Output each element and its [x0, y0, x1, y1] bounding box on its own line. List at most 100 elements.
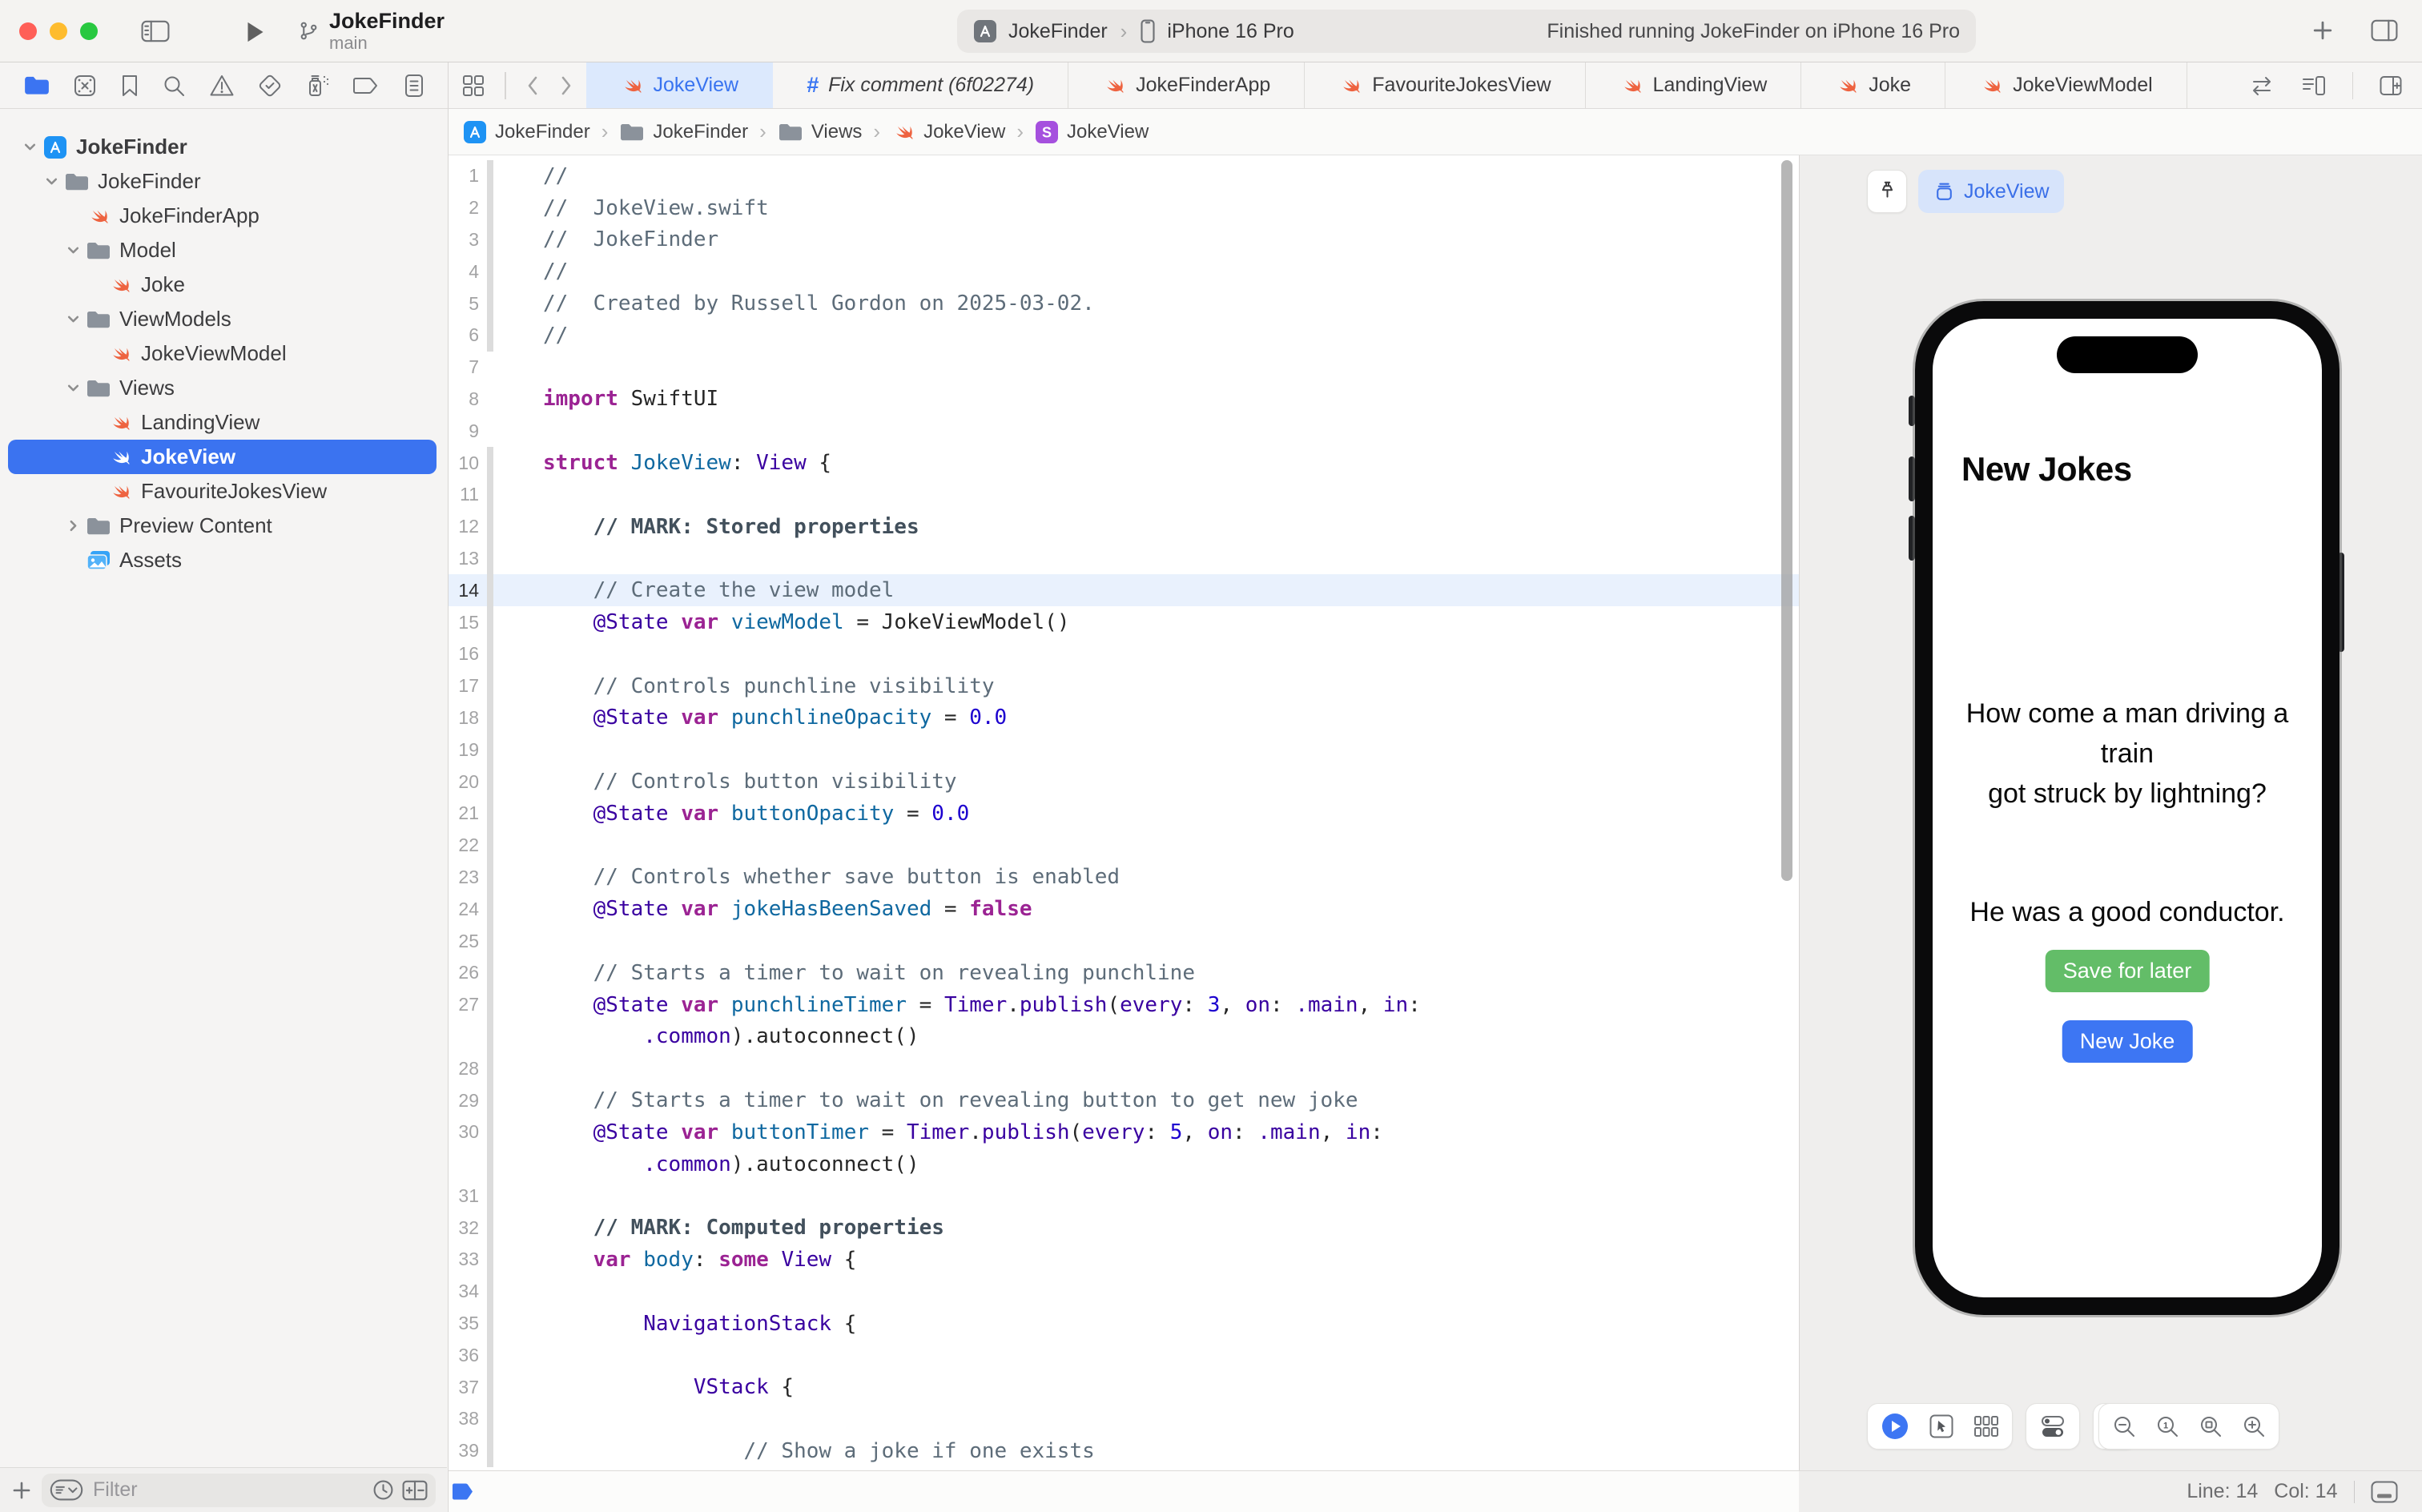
- source-editor[interactable]: 1//2// JokeView.swift3// JokeFinder4//5/…: [449, 155, 1799, 1470]
- search-navigator-icon[interactable]: [162, 74, 186, 98]
- preview-selectable-icon[interactable]: [1929, 1413, 1954, 1439]
- disclosure-open-icon[interactable]: [18, 140, 42, 154]
- sidebar-item-jokefinder[interactable]: JokeFinder: [8, 164, 437, 199]
- recents-icon[interactable]: [372, 1479, 394, 1501]
- zoom-window-button[interactable]: [80, 22, 98, 40]
- breadcrumb-item-jokefinder[interactable]: JokeFinder: [463, 120, 590, 144]
- run-button[interactable]: [245, 21, 266, 43]
- breadcrumb-item-jokefinder[interactable]: JokeFinder: [619, 121, 748, 143]
- sidebar-item-preview-content[interactable]: Preview Content: [8, 509, 437, 543]
- tab-joke[interactable]: Joke: [1801, 62, 1945, 108]
- swap-editor-icon[interactable]: [2248, 74, 2275, 98]
- code-line-9: 9: [449, 415, 1799, 447]
- sidebar-item-label: JokeView: [141, 444, 235, 469]
- editor-options-icon[interactable]: [2301, 74, 2327, 98]
- sidebar-item-label: LandingView: [141, 410, 260, 435]
- filter-field[interactable]: [42, 1474, 436, 1507]
- bookmarks-navigator-icon[interactable]: [120, 74, 139, 98]
- tab-jokeview[interactable]: JokeView: [586, 62, 774, 108]
- tab-overview-icon[interactable]: [461, 74, 485, 98]
- disclosure-open-icon[interactable]: [61, 243, 85, 257]
- disclosure-open-icon[interactable]: [61, 312, 85, 326]
- sidebar-item-landingview[interactable]: LandingView: [8, 405, 437, 440]
- scheme-device-pill[interactable]: JokeFinder › iPhone 16 Pro Finished runn…: [957, 10, 1976, 53]
- code-line-7: 7: [449, 352, 1799, 384]
- code-line-continuation: .common).autoconnect(): [449, 1021, 1799, 1053]
- source-control-navigator-icon[interactable]: [73, 74, 97, 98]
- folder-icon: [85, 240, 112, 261]
- breakpoints-navigator-icon[interactable]: [352, 75, 380, 96]
- code-line-2: 2// JokeView.swift: [449, 192, 1799, 224]
- breadcrumb-item-jokeview[interactable]: SJokeView: [1035, 120, 1149, 144]
- change-bar: [487, 1180, 493, 1212]
- sidebar-item-jokeviewmodel[interactable]: JokeViewModel: [8, 336, 437, 371]
- editor-tab-bar: JokeView#Fix comment (6f02274)JokeFinder…: [449, 62, 2422, 109]
- zoom-in-icon[interactable]: [2242, 1414, 2266, 1438]
- debug-navigator-icon[interactable]: [306, 73, 330, 99]
- zoom-out-icon[interactable]: [2112, 1414, 2136, 1438]
- add-file-icon[interactable]: [11, 1480, 32, 1501]
- code-line-27: 27 @State var punchlineTimer = Timer.pub…: [449, 989, 1799, 1021]
- swift-file-icon: [1619, 74, 1644, 98]
- line-number: 36: [449, 1345, 485, 1366]
- tab-favouritejokesview[interactable]: FavouriteJokesView: [1305, 62, 1585, 108]
- sidebar-item-favouritejokesview[interactable]: FavouriteJokesView: [8, 474, 437, 509]
- zoom-fit-icon[interactable]: [2199, 1414, 2223, 1438]
- tab-fix-comment-6f02274-[interactable]: #Fix comment (6f02274): [773, 62, 1068, 108]
- editor-scrollbar[interactable]: [1781, 160, 1792, 881]
- preview-target-pill[interactable]: JokeView: [1918, 170, 2064, 213]
- breadcrumb-item-views[interactable]: Views: [778, 121, 863, 143]
- preview-toggles-icon[interactable]: [2039, 1413, 2066, 1439]
- sidebar-item-assets[interactable]: Assets: [8, 543, 437, 577]
- sidebar-item-jokefinderapp[interactable]: JokeFinderApp: [8, 199, 437, 233]
- tab-jokefinderapp[interactable]: JokeFinderApp: [1068, 62, 1305, 108]
- go-back-icon[interactable]: [525, 74, 540, 97]
- disclosure-open-icon[interactable]: [39, 175, 63, 188]
- line-number: 28: [449, 1058, 485, 1080]
- chevron-right-icon: ›: [873, 119, 880, 144]
- go-forward-icon[interactable]: [559, 74, 573, 97]
- tab-landingview[interactable]: LandingView: [1586, 62, 1802, 108]
- disclosure-closed-icon[interactable]: [61, 519, 85, 533]
- toggle-navigator-icon[interactable]: [141, 20, 170, 42]
- tests-navigator-icon[interactable]: [257, 73, 283, 99]
- sidebar-item-joke[interactable]: Joke: [8, 267, 437, 302]
- sidebar-item-model[interactable]: Model: [8, 233, 437, 267]
- reports-navigator-icon[interactable]: [403, 73, 425, 99]
- add-editor-icon[interactable]: [2379, 74, 2403, 98]
- sidebar-item-views[interactable]: Views: [8, 371, 437, 405]
- code-line-34: 34: [449, 1276, 1799, 1308]
- minimize-window-button[interactable]: [50, 22, 67, 40]
- filter-flags-icon[interactable]: [402, 1480, 428, 1501]
- sidebar-item-label: JokeFinder: [98, 169, 201, 194]
- preview-live-icon[interactable]: [1881, 1412, 1909, 1441]
- filter-input[interactable]: [91, 1478, 364, 1502]
- breadcrumb-item-jokeview[interactable]: JokeView: [891, 120, 1005, 144]
- change-bar: [487, 192, 493, 224]
- code-line-14: 14 // Create the view model: [449, 574, 1799, 606]
- sidebar-item-label: Assets: [119, 548, 182, 573]
- run-destination[interactable]: iPhone 16 Pro: [1167, 20, 1293, 43]
- scheme-name[interactable]: JokeFinder: [1008, 20, 1108, 43]
- code-line-28: 28: [449, 1052, 1799, 1084]
- sidebar-item-jokefinder[interactable]: JokeFinder: [8, 130, 437, 164]
- breadcrumb-label: JokeView: [923, 121, 1005, 143]
- keyboard-panel-icon[interactable]: [2371, 1481, 2398, 1503]
- line-number: 16: [449, 643, 485, 665]
- toggle-inspector-icon[interactable]: [2371, 19, 2398, 42]
- sidebar-item-jokeview[interactable]: JokeView: [8, 440, 437, 474]
- sidebar-item-viewmodels[interactable]: ViewModels: [8, 302, 437, 336]
- preview-variants-icon[interactable]: [1973, 1415, 1999, 1438]
- tab-jokeviewmodel[interactable]: JokeViewModel: [1945, 62, 2187, 108]
- close-window-button[interactable]: [19, 22, 37, 40]
- pin-preview-button[interactable]: [1867, 170, 1907, 213]
- save-for-later-button[interactable]: Save for later: [2046, 950, 2210, 992]
- disclosure-open-icon[interactable]: [61, 381, 85, 395]
- new-joke-button[interactable]: New Joke: [2062, 1020, 2193, 1063]
- add-tab-button[interactable]: [2311, 19, 2334, 42]
- project-navigator-icon[interactable]: [23, 74, 50, 97]
- zoom-actual-icon[interactable]: 1: [2155, 1414, 2179, 1438]
- breakpoints-toggle[interactable]: [452, 1482, 474, 1501]
- swift-icon: [891, 120, 915, 144]
- issues-navigator-icon[interactable]: [209, 74, 235, 98]
